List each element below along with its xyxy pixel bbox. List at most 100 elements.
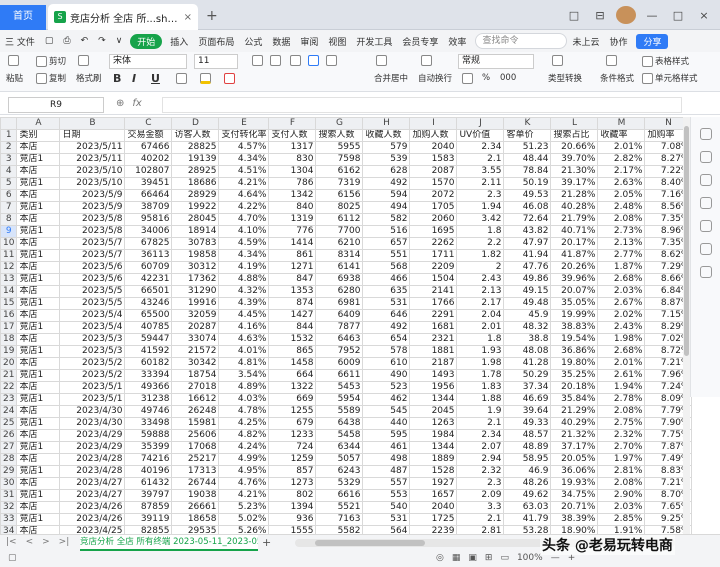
column-title-cell[interactable]: 加购人数: [409, 129, 458, 142]
data-cell[interactable]: 2023/5/11: [59, 141, 126, 154]
data-cell[interactable]: 本店: [16, 429, 61, 442]
data-cell[interactable]: 5.26%: [218, 525, 270, 534]
data-cell[interactable]: 4.16%: [218, 321, 270, 334]
data-cell[interactable]: 48.08: [503, 345, 552, 358]
data-cell[interactable]: 4.70%: [218, 213, 270, 226]
row-header[interactable]: 25: [0, 417, 18, 430]
data-cell[interactable]: 19.93%: [550, 477, 599, 490]
data-cell[interactable]: 578: [362, 345, 411, 358]
column-title-cell[interactable]: 日期: [59, 129, 126, 142]
data-cell[interactable]: 61432: [124, 477, 173, 490]
data-cell[interactable]: 48.32: [503, 321, 552, 334]
data-cell[interactable]: 840: [268, 201, 317, 214]
data-cell[interactable]: 6156: [315, 189, 364, 202]
data-cell[interactable]: 2.61%: [597, 369, 646, 382]
data-cell[interactable]: 2.03%: [597, 501, 646, 514]
row-header[interactable]: 8: [0, 213, 18, 226]
data-cell[interactable]: 8025: [315, 201, 364, 214]
data-cell[interactable]: 2.32%: [597, 429, 646, 442]
data-cell[interactable]: 2.32: [456, 465, 505, 478]
data-cell[interactable]: 539: [362, 153, 411, 166]
data-cell[interactable]: 35399: [124, 441, 173, 454]
data-cell[interactable]: 5521: [315, 501, 364, 514]
column-title-cell[interactable]: 支付转化率: [218, 129, 270, 142]
column-title-cell[interactable]: 类别: [16, 129, 61, 142]
row-header[interactable]: 34: [0, 525, 18, 534]
data-cell[interactable]: 39.17%: [550, 177, 599, 190]
border-button[interactable]: [176, 73, 187, 84]
data-cell[interactable]: 38.83%: [550, 321, 599, 334]
data-cell[interactable]: 2023/5/5: [59, 297, 126, 310]
data-cell[interactable]: 2023/5/7: [59, 249, 126, 262]
data-cell[interactable]: 6162: [315, 165, 364, 178]
data-cell[interactable]: 38.39%: [550, 513, 599, 526]
row-header[interactable]: 18: [0, 333, 18, 346]
data-cell[interactable]: 竞店1: [16, 369, 61, 382]
data-cell[interactable]: 628: [362, 165, 411, 178]
tab-review[interactable]: 审阅: [295, 35, 323, 48]
data-cell[interactable]: 2.70%: [597, 441, 646, 454]
data-cell[interactable]: 74216: [124, 453, 173, 466]
data-cell[interactable]: 2.05%: [597, 189, 646, 202]
data-cell[interactable]: 4.03%: [218, 393, 270, 406]
data-cell[interactable]: 49.62: [503, 489, 552, 502]
data-cell[interactable]: 2.09: [456, 489, 505, 502]
data-cell[interactable]: 4.64%: [218, 189, 270, 202]
data-cell[interactable]: 1.9: [456, 405, 505, 418]
side-icon-7[interactable]: [699, 266, 712, 278]
data-cell[interactable]: 35.84%: [550, 393, 599, 406]
add-sheet-button[interactable]: +: [262, 536, 271, 549]
data-cell[interactable]: 40202: [124, 153, 173, 166]
data-cell[interactable]: 531: [362, 297, 411, 310]
data-cell[interactable]: 582: [362, 213, 411, 226]
data-cell[interactable]: 竞店1: [16, 249, 61, 262]
data-cell[interactable]: 31238: [124, 393, 173, 406]
data-cell[interactable]: 2262: [409, 237, 458, 250]
data-cell[interactable]: 18.90%: [550, 525, 599, 534]
data-cell[interactable]: 25606: [171, 429, 220, 442]
data-cell[interactable]: 1.98%: [597, 333, 646, 346]
row-header[interactable]: 12: [0, 261, 18, 274]
data-cell[interactable]: 46.9: [503, 465, 552, 478]
data-cell[interactable]: 32059: [171, 309, 220, 322]
data-cell[interactable]: 竞店1: [16, 225, 61, 238]
data-cell[interactable]: 竞店1: [16, 297, 61, 310]
data-cell[interactable]: 1504: [409, 273, 458, 286]
data-cell[interactable]: 63.03: [503, 501, 552, 514]
data-cell[interactable]: 6243: [315, 465, 364, 478]
data-cell[interactable]: 65500: [124, 309, 173, 322]
side-icon-4[interactable]: [699, 197, 712, 209]
row-header[interactable]: 6: [0, 189, 18, 202]
data-cell[interactable]: 35.25%: [550, 369, 599, 382]
column-header-m[interactable]: M: [597, 117, 646, 130]
data-cell[interactable]: 654: [362, 333, 411, 346]
data-cell[interactable]: 516: [362, 225, 411, 238]
data-cell[interactable]: 1271: [268, 261, 317, 274]
column-title-cell[interactable]: 客单价: [503, 129, 552, 142]
data-cell[interactable]: 2.1: [456, 513, 505, 526]
data-cell[interactable]: 865: [268, 345, 317, 358]
column-title-cell[interactable]: 收藏率: [597, 129, 646, 142]
avatar[interactable]: [616, 6, 636, 24]
row-header[interactable]: 31: [0, 489, 18, 502]
data-cell[interactable]: 41592: [124, 345, 173, 358]
data-cell[interactable]: 6344: [315, 441, 364, 454]
more-icon[interactable]: ∨: [111, 36, 128, 46]
tab-start[interactable]: 开始: [130, 33, 163, 49]
data-cell[interactable]: 25217: [171, 453, 220, 466]
data-cell[interactable]: 4.81%: [218, 357, 270, 370]
macro-icon[interactable]: ▢: [8, 553, 17, 563]
minimize-button[interactable]: —: [642, 9, 662, 22]
data-cell[interactable]: 17313: [171, 465, 220, 478]
data-cell[interactable]: 21.28%: [550, 189, 599, 202]
vertical-scroll-thumb[interactable]: [684, 126, 689, 356]
data-cell[interactable]: 553: [362, 489, 411, 502]
data-cell[interactable]: 1344: [409, 441, 458, 454]
type-convert-button[interactable]: [552, 55, 563, 66]
first-sheet-button[interactable]: |<: [6, 537, 17, 547]
italic-button[interactable]: I: [132, 72, 136, 85]
data-cell[interactable]: 16612: [171, 393, 220, 406]
data-cell[interactable]: 95816: [124, 213, 173, 226]
data-cell[interactable]: 1255: [268, 405, 317, 418]
data-cell[interactable]: 6009: [315, 357, 364, 370]
